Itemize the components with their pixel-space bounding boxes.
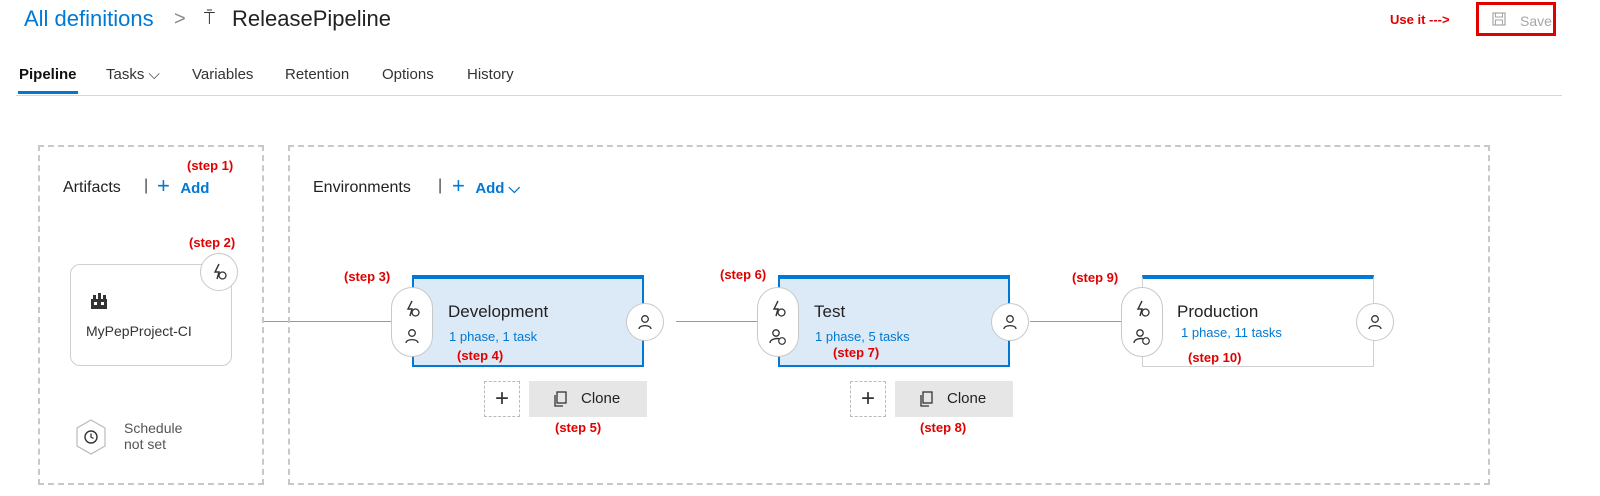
step-9-label: (step 9) — [1072, 270, 1119, 285]
environment-name[interactable]: Test — [814, 302, 845, 322]
environments-title: Environments — [313, 179, 411, 196]
plus-icon: + — [452, 173, 465, 198]
tab-variables[interactable]: Variables — [192, 66, 253, 83]
clone-icon — [920, 391, 933, 407]
save-icon — [1492, 12, 1506, 26]
artifact-name: MyPepProject-CI — [86, 323, 192, 339]
step-2-label: (step 2) — [189, 235, 236, 250]
clone-button[interactable]: Clone — [895, 381, 1013, 417]
person-icon — [1003, 315, 1017, 330]
clock-icon[interactable] — [74, 418, 108, 456]
person-icon — [1368, 315, 1382, 330]
add-artifact-button[interactable]: + Add — [157, 175, 209, 198]
plus-icon: + — [157, 173, 170, 198]
tab-pipeline[interactable]: Pipeline — [19, 66, 77, 83]
tab-divider — [16, 95, 1562, 96]
breadcrumb-separator: > — [174, 8, 186, 30]
add-artifact-label: Add — [180, 180, 210, 197]
approval-icon — [769, 329, 786, 345]
environment-summary[interactable]: 1 phase, 1 task — [449, 329, 537, 344]
trigger-icon — [406, 300, 420, 317]
tab-retention[interactable]: Retention — [285, 66, 349, 83]
trigger-icon — [1136, 300, 1150, 317]
environment-name[interactable]: Development — [448, 302, 548, 322]
approval-icon — [1133, 329, 1150, 345]
clone-icon — [554, 391, 567, 407]
artifacts-title: Artifacts — [63, 179, 121, 196]
post-deployment-approvers-production[interactable] — [1356, 303, 1394, 341]
environment-summary[interactable]: 1 phase, 11 tasks — [1181, 325, 1282, 340]
build-icon — [91, 293, 107, 309]
post-deployment-approvers-development[interactable] — [626, 303, 664, 341]
divider-bar: | — [438, 177, 443, 194]
tab-options[interactable]: Options — [382, 66, 434, 83]
tab-tasks[interactable]: Tasks ⌵ — [106, 66, 160, 83]
pre-deployment-conditions-development[interactable] — [391, 287, 433, 357]
person-icon — [405, 329, 419, 344]
pre-deployment-conditions-test[interactable] — [757, 287, 799, 357]
step-4-label: (step 4) — [457, 348, 504, 363]
annotation-use-it: Use it ---> — [1390, 12, 1450, 27]
person-icon — [638, 315, 652, 330]
clone-button[interactable]: Clone — [529, 381, 647, 417]
breadcrumb-all-definitions[interactable]: All definitions — [24, 6, 154, 32]
connector-line — [1030, 321, 1122, 322]
environment-summary[interactable]: 1 phase, 5 tasks — [815, 329, 910, 344]
add-environment-label: Add ⌵ — [475, 180, 521, 197]
pipeline-icon: ⍑ — [204, 8, 215, 28]
add-environment-plus-button[interactable]: + — [850, 381, 886, 417]
clone-label: Clone — [947, 390, 987, 407]
step-1-label: (step 1) — [187, 158, 234, 173]
post-deployment-approvers-test[interactable] — [991, 303, 1029, 341]
tab-history[interactable]: History — [467, 66, 514, 83]
add-environment-plus-button[interactable]: + — [484, 381, 520, 417]
environment-name[interactable]: Production — [1177, 302, 1258, 322]
step-5-label: (step 5) — [555, 420, 602, 435]
step-7-label: (step 7) — [833, 345, 880, 360]
clone-label: Clone — [581, 390, 621, 407]
save-label: Save — [1520, 13, 1552, 29]
step-3-label: (step 3) — [344, 269, 391, 284]
divider-bar: | — [144, 177, 149, 194]
step-8-label: (step 8) — [920, 420, 967, 435]
schedule-status[interactable]: Schedule not set — [124, 420, 182, 452]
schedule-line-2: not set — [124, 436, 167, 452]
step-10-label: (step 10) — [1188, 350, 1242, 365]
connector-line — [676, 321, 758, 322]
add-environment-button[interactable]: + Add ⌵ — [452, 175, 520, 198]
environment-card-test[interactable] — [778, 275, 1010, 367]
continuous-deployment-trigger-button[interactable] — [200, 253, 238, 291]
schedule-line-1: Schedule — [124, 420, 183, 436]
trigger-icon — [772, 300, 786, 317]
active-tab-indicator — [18, 91, 78, 94]
step-6-label: (step 6) — [720, 267, 767, 282]
trigger-icon — [213, 263, 227, 280]
page-title: ReleasePipeline — [232, 6, 391, 31]
pre-deployment-conditions-production[interactable] — [1121, 287, 1163, 357]
